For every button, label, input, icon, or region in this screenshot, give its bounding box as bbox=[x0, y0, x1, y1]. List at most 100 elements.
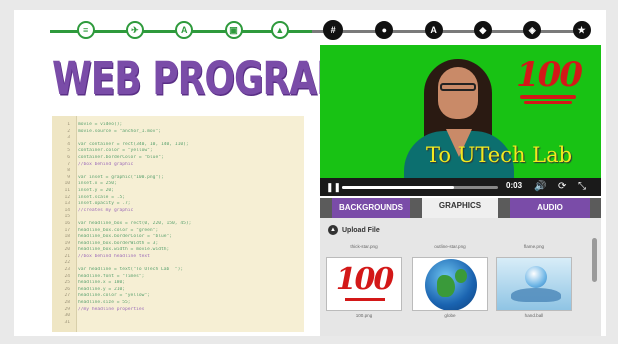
line-number: 2 bbox=[67, 128, 70, 134]
lesson-step-icon: ✈ bbox=[131, 24, 139, 35]
hundred-thumb-underline bbox=[345, 298, 385, 301]
lesson-step-11[interactable]: ★ bbox=[572, 21, 591, 39]
code-text: headline.x = 180; bbox=[78, 280, 126, 286]
pause-icon[interactable]: ❚❚ bbox=[326, 182, 341, 192]
code-line: 29 //my headline properties bbox=[52, 307, 304, 314]
lesson-step-icon: ◆ bbox=[479, 24, 487, 35]
lesson-step-4[interactable]: ▣ bbox=[224, 21, 243, 39]
code-line: 13 inset.opacity = .7; bbox=[52, 201, 304, 208]
line-number: 15 bbox=[64, 214, 70, 220]
globe-land bbox=[437, 275, 455, 297]
asset-thumb-100[interactable]: 100 bbox=[326, 257, 402, 311]
lesson-step-icon: ◈ bbox=[528, 24, 536, 35]
code-text: headline.y = 210; bbox=[78, 286, 126, 292]
code-text: inset.x = 250; bbox=[78, 181, 117, 187]
lesson-step-7[interactable]: ● bbox=[375, 21, 394, 39]
code-line: 20 headline_box.width = movie.width; bbox=[52, 247, 304, 254]
code-line: 1 movie = video(); bbox=[52, 122, 304, 129]
tab-backgrounds[interactable]: BACKGROUNDS bbox=[332, 198, 410, 218]
line-number: 25 bbox=[64, 280, 70, 286]
lesson-step-10[interactable]: ◈ bbox=[523, 21, 542, 39]
code-text: movie.source = "anchor_1.mov"; bbox=[78, 128, 161, 134]
lesson-step-icon: ▣ bbox=[229, 24, 238, 35]
code-text: //box behind headline text bbox=[78, 253, 150, 259]
code-line: 15 bbox=[52, 214, 304, 221]
code-line: 7 //box behind graphic bbox=[52, 162, 304, 169]
code-text: inset.opacity = .7; bbox=[78, 201, 131, 207]
lesson-step-5[interactable]: ▲ bbox=[270, 21, 289, 39]
code-text: //box behind graphic bbox=[78, 161, 134, 167]
code-text: movie = video(); bbox=[78, 122, 123, 127]
code-line: 4 var container = rect(340, 10, 140, 110)… bbox=[52, 142, 304, 149]
code-editor[interactable]: 1 movie = video(); 2 movie.source = "anchor… bbox=[52, 116, 304, 332]
code-line: 8 bbox=[52, 168, 304, 175]
asset-label-globe[interactable]: globe bbox=[412, 313, 488, 318]
code-text: //my headline properties bbox=[78, 306, 145, 312]
lesson-step-6[interactable]: # bbox=[323, 20, 344, 40]
code-text: var inset = graphic("100.png"); bbox=[78, 174, 164, 180]
hundred-overlay-graphic: 100 bbox=[516, 55, 583, 95]
code-line: 23 var headline = text("To UTech Lab "); bbox=[52, 267, 304, 274]
line-number: 13 bbox=[64, 201, 70, 207]
upload-icon: ▲ bbox=[328, 225, 338, 235]
line-number: 21 bbox=[64, 253, 70, 259]
video-seek-bar[interactable] bbox=[342, 186, 498, 189]
code-line: 19 headline_box.borderWidth = 3; bbox=[52, 241, 304, 248]
lesson-step-icon: A bbox=[430, 25, 437, 35]
line-number: 20 bbox=[64, 247, 70, 253]
line-number: 29 bbox=[64, 306, 70, 312]
lesson-step-1[interactable]: ≡ bbox=[76, 21, 95, 39]
line-number: 22 bbox=[64, 260, 70, 266]
code-line: 3 bbox=[52, 135, 304, 142]
graphics-panel: ▲ Upload File thick-star.png outline-sta… bbox=[320, 218, 601, 336]
line-number: 5 bbox=[67, 148, 70, 154]
upload-file-button[interactable]: ▲ Upload File bbox=[328, 225, 380, 235]
line-number: 23 bbox=[64, 267, 70, 273]
asset-label-outline-star[interactable]: outline-star.png bbox=[412, 244, 488, 249]
code-text: //creates my graphic bbox=[78, 207, 134, 213]
volume-icon[interactable]: 🔊 bbox=[534, 180, 546, 194]
code-text: inset.scale = .5; bbox=[78, 194, 126, 200]
code-line: 14 //creates my graphic bbox=[52, 208, 304, 215]
code-text: container.borderColor = "blue"; bbox=[78, 154, 164, 160]
line-number: 6 bbox=[67, 154, 70, 160]
globe-icon bbox=[425, 259, 477, 310]
graphics-scrollbar[interactable] bbox=[592, 238, 597, 282]
code-text: var headline = text("To UTech Lab "); bbox=[78, 267, 184, 273]
lesson-step-3[interactable]: A bbox=[175, 21, 194, 39]
code-text: headline_box.width = movie.width; bbox=[78, 247, 170, 253]
video-time: 0:03 bbox=[506, 181, 523, 190]
line-number: 10 bbox=[64, 181, 70, 187]
code-text: headline_box.color = "green"; bbox=[78, 227, 159, 233]
code-line: 27 headline.color = "yellow"; bbox=[52, 293, 304, 300]
code-line: 17 headline_box.color = "green"; bbox=[52, 228, 304, 235]
lesson-step-8[interactable]: A bbox=[424, 21, 443, 39]
code-line: 5 container.color = "yellow"; bbox=[52, 148, 304, 155]
asset-thumb-hand-ball[interactable] bbox=[496, 257, 572, 311]
hand-icon bbox=[511, 288, 561, 302]
tab-graphics[interactable]: GRAPHICS bbox=[422, 198, 498, 218]
replay-icon[interactable]: ⟳ bbox=[558, 180, 566, 194]
code-line: 18 headline_box.borderColor = "blue"; bbox=[52, 234, 304, 241]
code-lines: 1 movie = video(); 2 movie.source = "anchor… bbox=[52, 122, 304, 326]
lesson-step-icon: ★ bbox=[577, 24, 586, 35]
code-line: 11 inset.y = 20; bbox=[52, 188, 304, 195]
asset-label-hand-ball[interactable]: hand.ball bbox=[496, 313, 572, 318]
lesson-step-2[interactable]: ✈ bbox=[125, 21, 144, 39]
line-number: 17 bbox=[64, 227, 70, 233]
line-number: 7 bbox=[67, 161, 70, 167]
tab-audio[interactable]: AUDIO bbox=[510, 198, 590, 218]
video-player[interactable]: 100 To UTech Lab ❚❚ 0:03 🔊 ⟳ ⤡ bbox=[320, 45, 601, 196]
line-number: 1 bbox=[67, 122, 70, 127]
fullscreen-icon[interactable]: ⤡ bbox=[578, 180, 586, 194]
lesson-step-9[interactable]: ◆ bbox=[473, 21, 492, 39]
code-line: 12 inset.scale = .5; bbox=[52, 195, 304, 202]
line-number: 9 bbox=[67, 174, 70, 180]
asset-label-flame[interactable]: flame.png bbox=[496, 244, 572, 249]
code-line: 26 headline.y = 210; bbox=[52, 287, 304, 294]
asset-label-thick-star[interactable]: thick-star.png bbox=[326, 244, 402, 249]
upload-file-label: Upload File bbox=[342, 226, 380, 234]
asset-thumb-globe[interactable] bbox=[412, 257, 488, 311]
asset-label-100[interactable]: 100.png bbox=[326, 313, 402, 318]
line-number: 4 bbox=[67, 141, 70, 147]
